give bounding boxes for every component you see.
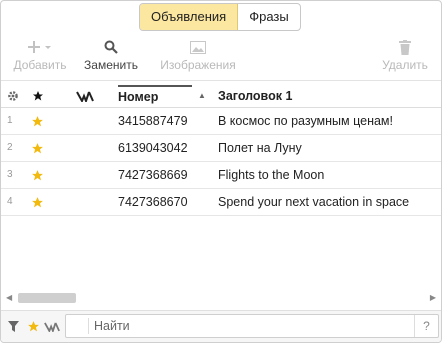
gear-icon[interactable] (7, 85, 19, 107)
phrases-grid: Номер ▲ Заголовок 1 1 3415887479 В космо… (1, 85, 441, 216)
images-label: Изображения (160, 58, 236, 72)
row-title: В космос по разумным ценам! (218, 114, 393, 128)
row-number: 6139043042 (118, 141, 188, 155)
bird-filter-icon[interactable] (44, 321, 60, 335)
row-index: 4 (7, 196, 13, 207)
grid-header: Номер ▲ Заголовок 1 (1, 85, 441, 108)
filter-bar: ? (1, 310, 441, 342)
search-icon (83, 34, 139, 56)
add-label: Добавить (13, 58, 67, 72)
column-title[interactable]: Заголовок 1 (218, 85, 292, 107)
row-index: 2 (7, 142, 13, 153)
horizontal-scrollbar[interactable]: ◀ ▶ (1, 291, 441, 305)
delete-button[interactable]: Удалить (379, 34, 431, 80)
row-title: Flights to the Moon (218, 168, 325, 182)
star-icon[interactable] (31, 189, 45, 215)
trash-icon (379, 34, 431, 56)
replace-button[interactable]: Заменить (83, 34, 139, 80)
scroll-left-icon[interactable]: ◀ (6, 293, 12, 302)
tab-phrases[interactable]: Фразы (238, 4, 300, 30)
star-icon[interactable] (31, 108, 45, 134)
star-filter-icon[interactable] (27, 320, 40, 336)
plus-icon (9, 34, 71, 56)
row-number: 3415887479 (118, 114, 188, 128)
image-icon (155, 34, 241, 56)
row-index: 3 (7, 169, 13, 180)
row-title: Spend your next vacation in space (218, 195, 410, 209)
search-input[interactable] (94, 317, 394, 335)
help-button[interactable]: ? (414, 315, 438, 337)
search-divider (88, 318, 89, 334)
add-button[interactable]: Добавить (9, 34, 71, 80)
sort-asc-icon: ▲ (198, 91, 206, 100)
row-number: 7427368670 (118, 195, 188, 209)
star-column-icon[interactable] (32, 85, 44, 107)
search-box: ? (65, 314, 439, 338)
delete-label: Удалить (382, 58, 428, 72)
scroll-right-icon[interactable]: ▶ (430, 293, 436, 302)
filter-icon[interactable] (8, 321, 19, 335)
app-window: Объявления Фразы Добавить Заменить Изобр… (0, 0, 442, 343)
table-row[interactable]: 4 7427368670 Spend your next vacation in… (1, 189, 441, 216)
star-icon[interactable] (31, 162, 45, 188)
table-row[interactable]: 3 7427368669 Flights to the Moon (1, 162, 441, 189)
star-icon[interactable] (31, 135, 45, 161)
images-button[interactable]: Изображения (155, 34, 241, 80)
replace-label: Заменить (84, 58, 138, 72)
tab-bar: Объявления Фразы (139, 3, 301, 31)
row-title: Полет на Луну (218, 141, 302, 155)
scrollbar-thumb[interactable] (18, 293, 76, 303)
column-number[interactable]: Номер (118, 85, 192, 107)
bird-icon[interactable] (76, 85, 94, 107)
row-index: 1 (7, 115, 13, 126)
row-number: 7427368669 (118, 168, 188, 182)
toolbar: Добавить Заменить Изображения Удалить (1, 34, 441, 81)
table-row[interactable]: 1 3415887479 В космос по разумным ценам! (1, 108, 441, 135)
tab-ads[interactable]: Объявления (140, 4, 239, 30)
table-row[interactable]: 2 6139043042 Полет на Луну (1, 135, 441, 162)
